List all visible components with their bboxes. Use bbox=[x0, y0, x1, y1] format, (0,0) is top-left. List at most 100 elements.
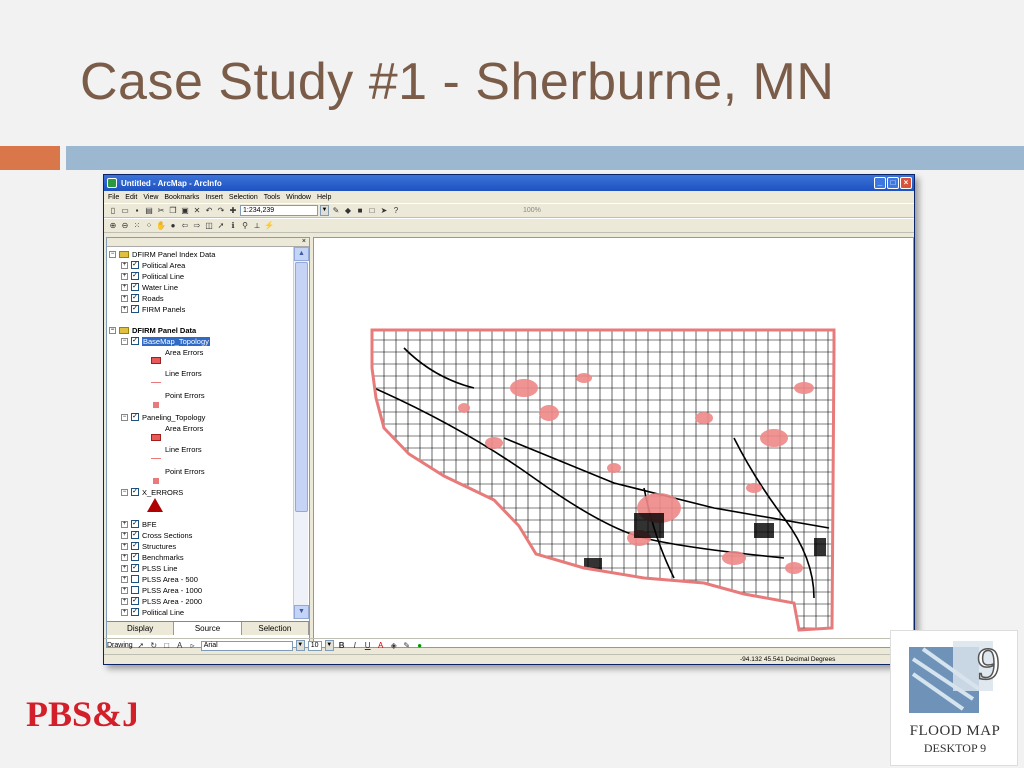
hyperlink-icon[interactable]: ⚡ bbox=[264, 221, 274, 231]
close-button[interactable]: × bbox=[900, 177, 912, 189]
back-extent-icon[interactable]: ⇦ bbox=[180, 221, 190, 231]
menu-bookmarks[interactable]: Bookmarks bbox=[164, 194, 199, 201]
collapse-icon[interactable]: − bbox=[109, 250, 116, 258]
layer-checkbox[interactable]: ✓ bbox=[131, 531, 139, 539]
fill-color-icon[interactable]: ◈ bbox=[389, 641, 399, 651]
layer-checkbox[interactable]: ✓ bbox=[131, 283, 139, 291]
select-arrow-icon[interactable]: ➚ bbox=[136, 641, 146, 651]
layer-checkbox[interactable]: ✓ bbox=[131, 597, 139, 605]
forward-extent-icon[interactable]: ⇨ bbox=[192, 221, 202, 231]
expand-icon[interactable]: + bbox=[121, 575, 128, 583]
toc-layer[interactable]: + ✓ Political Line bbox=[121, 271, 184, 281]
menu-file[interactable]: File bbox=[108, 194, 119, 201]
drawing-menu[interactable]: Drawing bbox=[107, 642, 133, 649]
toc-scrollbar[interactable]: ▲ ▼ bbox=[293, 247, 309, 619]
italic-icon[interactable]: I bbox=[350, 641, 360, 651]
marker-color-icon[interactable]: ● bbox=[415, 641, 425, 651]
new-document-icon[interactable]: ▯ bbox=[108, 206, 118, 216]
copy-icon[interactable]: ❐ bbox=[168, 206, 178, 216]
menu-selection[interactable]: Selection bbox=[229, 194, 258, 201]
toc-layer[interactable]: + ✓ Structures bbox=[121, 541, 176, 551]
toc-layer[interactable]: + ✓ PLSS Line bbox=[121, 563, 177, 573]
menu-insert[interactable]: Insert bbox=[205, 194, 223, 201]
toc-layer-paneling-topology[interactable]: − ✓ Paneling_Topology bbox=[121, 412, 205, 422]
maximize-button[interactable]: □ bbox=[887, 177, 899, 189]
expand-icon[interactable]: + bbox=[121, 597, 128, 605]
collapse-icon[interactable]: − bbox=[121, 413, 128, 421]
menu-window[interactable]: Window bbox=[286, 194, 311, 201]
toc-layer[interactable]: + ✓ PLSS Area - 2000 bbox=[121, 596, 202, 606]
menu-help[interactable]: Help bbox=[317, 194, 331, 201]
layer-checkbox[interactable]: ✓ bbox=[131, 337, 139, 345]
font-color-icon[interactable]: A bbox=[376, 641, 386, 651]
zoom-in-icon[interactable]: ⊕ bbox=[108, 221, 118, 231]
toc-group-panel-data[interactable]: − DFIRM Panel Data bbox=[109, 325, 196, 335]
expand-icon[interactable]: + bbox=[121, 564, 128, 572]
layer-checkbox[interactable]: ✓ bbox=[131, 608, 139, 616]
layer-checkbox[interactable]: ✓ bbox=[131, 272, 139, 280]
collapse-icon[interactable]: − bbox=[121, 488, 128, 496]
expand-icon[interactable]: + bbox=[121, 261, 128, 269]
whats-this-icon[interactable]: ? bbox=[391, 206, 401, 216]
layer-checkbox[interactable]: ✓ bbox=[131, 542, 139, 550]
font-size-select[interactable]: 10 bbox=[307, 640, 322, 651]
toc-layer[interactable]: + ✓ BFE bbox=[121, 519, 157, 529]
toc-layer[interactable]: + ✓ FIRM Panels bbox=[121, 304, 185, 314]
font-select[interactable]: Arial bbox=[200, 640, 293, 651]
callout-icon[interactable]: ▹ bbox=[188, 641, 198, 651]
arccatalog-icon[interactable]: ■ bbox=[355, 206, 365, 216]
save-icon[interactable]: ▪ bbox=[132, 206, 142, 216]
expand-icon[interactable]: + bbox=[121, 608, 128, 616]
menu-tools[interactable]: Tools bbox=[264, 194, 280, 201]
zoom-out-icon[interactable]: ⊖ bbox=[120, 221, 130, 231]
expand-icon[interactable]: + bbox=[121, 520, 128, 528]
toc-layer-basemap-topology[interactable]: − ✓ BaseMap_Topology bbox=[121, 336, 210, 346]
toc-layer[interactable]: + ✓ Cross Sections bbox=[121, 530, 192, 540]
underline-icon[interactable]: U bbox=[363, 641, 373, 651]
bold-icon[interactable]: B bbox=[337, 641, 347, 651]
fixed-zoom-in-icon[interactable]: ⁙ bbox=[132, 221, 142, 231]
layer-checkbox[interactable]: ✓ bbox=[131, 488, 139, 496]
toc-layer[interactable]: + ✓ Benchmarks bbox=[121, 552, 184, 562]
delete-icon[interactable]: ✕ bbox=[192, 206, 202, 216]
menu-edit[interactable]: Edit bbox=[125, 194, 137, 201]
editor-toolbar-icon[interactable]: ✎ bbox=[331, 206, 341, 216]
layer-checkbox[interactable]: ✓ bbox=[131, 413, 139, 421]
toc-layer[interactable]: + ✓ Political Line bbox=[121, 607, 184, 617]
identify-icon[interactable]: ℹ bbox=[228, 221, 238, 231]
pan-icon[interactable]: ✋ bbox=[156, 221, 166, 231]
toc-layer[interactable]: + PLSS Area - 500 bbox=[121, 574, 198, 584]
expand-icon[interactable]: + bbox=[121, 294, 128, 302]
map-scale-input[interactable]: 1:234,239 bbox=[240, 205, 318, 216]
arctoolbox-icon[interactable]: ◆ bbox=[343, 206, 353, 216]
collapse-icon[interactable]: − bbox=[121, 337, 128, 345]
print-icon[interactable]: ▤ bbox=[144, 206, 154, 216]
layer-checkbox[interactable]: ✓ bbox=[131, 564, 139, 572]
paste-icon[interactable]: ▣ bbox=[180, 206, 190, 216]
scroll-up-icon[interactable]: ▲ bbox=[294, 247, 309, 261]
full-extent-icon[interactable]: ● bbox=[168, 221, 178, 231]
layer-checkbox[interactable]: ✓ bbox=[131, 305, 139, 313]
layer-checkbox[interactable]: ✓ bbox=[131, 520, 139, 528]
toc-layer[interactable]: + ✓ Political Area bbox=[121, 260, 185, 270]
expand-icon[interactable]: + bbox=[121, 553, 128, 561]
scroll-thumb[interactable] bbox=[295, 262, 308, 512]
font-dropdown-icon[interactable]: ▼ bbox=[295, 640, 305, 651]
zoom-percent[interactable]: 100% bbox=[523, 207, 541, 214]
map-view[interactable] bbox=[313, 237, 914, 648]
expand-icon[interactable]: + bbox=[121, 305, 128, 313]
measure-icon[interactable]: ⟂ bbox=[252, 221, 262, 231]
toc-group-panel-index[interactable]: − DFIRM Panel Index Data bbox=[109, 249, 215, 259]
expand-icon[interactable]: + bbox=[121, 542, 128, 550]
text-icon[interactable]: A bbox=[175, 641, 185, 651]
minimize-button[interactable]: _ bbox=[874, 177, 886, 189]
toc-layer-x-errors[interactable]: − ✓ X_ERRORS bbox=[121, 487, 183, 497]
tab-selection[interactable]: Selection bbox=[241, 622, 309, 635]
toc-layer[interactable]: + ✓ Water Line bbox=[121, 282, 178, 292]
line-color-icon[interactable]: ✎ bbox=[402, 641, 412, 651]
scroll-down-icon[interactable]: ▼ bbox=[294, 605, 309, 619]
rotate-icon[interactable]: ↻ bbox=[149, 641, 159, 651]
expand-icon[interactable]: + bbox=[121, 272, 128, 280]
expand-icon[interactable]: + bbox=[121, 283, 128, 291]
layer-checkbox[interactable]: ✓ bbox=[131, 553, 139, 561]
